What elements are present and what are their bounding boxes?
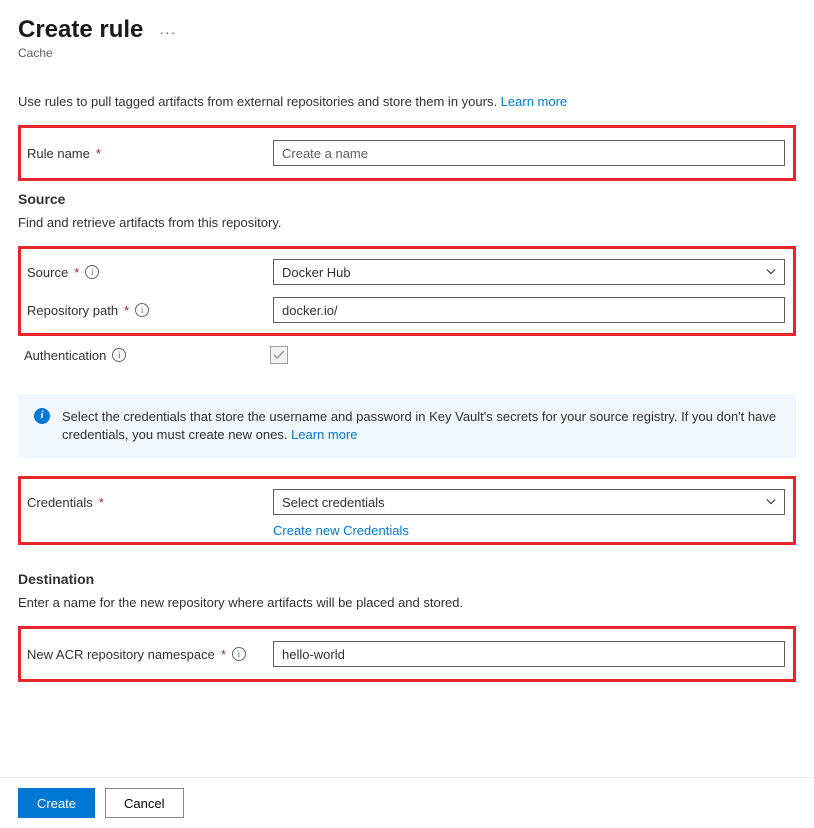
credentials-label: Credentials <box>27 495 93 510</box>
learn-more-link[interactable]: Learn more <box>501 94 567 109</box>
check-icon <box>273 349 285 361</box>
chevron-down-icon <box>766 267 776 277</box>
required-asterisk: * <box>74 265 79 280</box>
namespace-label: New ACR repository namespace <box>27 647 215 662</box>
page-subtitle: Cache <box>18 46 796 60</box>
required-asterisk: * <box>99 495 104 510</box>
info-banner: i Select the credentials that store the … <box>18 394 796 458</box>
destination-section-title: Destination <box>18 571 796 587</box>
destination-section-desc: Enter a name for the new repository wher… <box>18 595 796 610</box>
info-icon[interactable]: i <box>85 265 99 279</box>
required-asterisk: * <box>96 146 101 161</box>
authentication-label: Authentication <box>24 348 106 363</box>
credentials-group: Credentials * Select credentials Create … <box>18 476 796 545</box>
source-section-title: Source <box>18 191 796 207</box>
repo-path-label: Repository path <box>27 303 118 318</box>
banner-learn-more-link[interactable]: Learn more <box>291 427 357 442</box>
credentials-select[interactable]: Select credentials <box>273 489 785 515</box>
source-select-value: Docker Hub <box>282 265 351 280</box>
info-icon[interactable]: i <box>135 303 149 317</box>
source-label: Source <box>27 265 68 280</box>
credentials-select-value: Select credentials <box>282 495 385 510</box>
info-icon[interactable]: i <box>112 348 126 362</box>
source-select[interactable]: Docker Hub <box>273 259 785 285</box>
required-asterisk: * <box>124 303 129 318</box>
rule-name-group: Rule name * <box>18 125 796 181</box>
authentication-checkbox[interactable] <box>270 346 288 364</box>
info-icon: i <box>34 408 50 424</box>
cancel-button[interactable]: Cancel <box>105 788 183 818</box>
repo-path-input[interactable] <box>273 297 785 323</box>
required-asterisk: * <box>221 647 226 662</box>
create-button[interactable]: Create <box>18 788 95 818</box>
page-title: Create rule <box>18 16 143 44</box>
intro-text: Use rules to pull tagged artifacts from … <box>18 94 796 109</box>
namespace-input[interactable] <box>273 641 785 667</box>
rule-name-label: Rule name <box>27 146 90 161</box>
create-credentials-link[interactable]: Create new Credentials <box>273 523 409 538</box>
chevron-down-icon <box>766 497 776 507</box>
info-icon[interactable]: i <box>232 647 246 661</box>
rule-name-input[interactable] <box>273 140 785 166</box>
source-section-desc: Find and retrieve artifacts from this re… <box>18 215 796 230</box>
source-group: Source * i Docker Hub Repository path * … <box>18 246 796 336</box>
footer: Create Cancel <box>0 777 814 828</box>
more-actions-icon[interactable]: ··· <box>159 24 176 40</box>
namespace-group: New ACR repository namespace * i <box>18 626 796 682</box>
